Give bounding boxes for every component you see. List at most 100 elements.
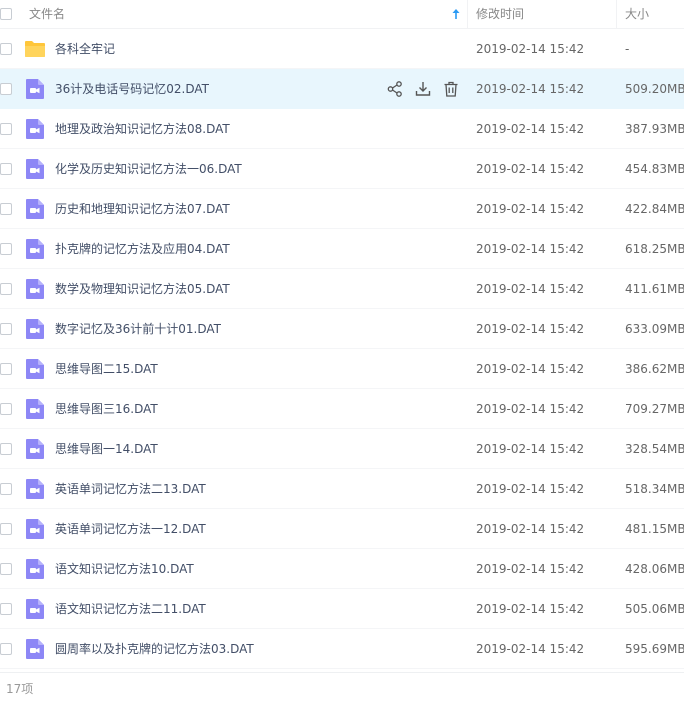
video-file-icon[interactable] [24,238,46,260]
video-file-icon[interactable] [24,478,46,500]
video-file-icon[interactable] [24,158,46,180]
file-row[interactable]: 思维导图二15.DAT 2019-02-14 15:42 386.62MB [0,349,684,389]
video-file-icon[interactable] [24,318,46,340]
row-checkbox[interactable] [0,563,12,575]
file-size: 618.25MB [625,242,684,256]
video-file-icon[interactable] [24,438,46,460]
file-row[interactable]: 思维导图一14.DAT 2019-02-14 15:42 328.54MB [0,429,684,469]
video-file-icon[interactable] [24,558,46,580]
column-divider[interactable] [467,0,468,28]
folder-icon[interactable] [24,38,46,60]
file-name[interactable]: 历史和地理知识记忆方法07.DAT [55,189,230,229]
file-name[interactable]: 思维导图一14.DAT [55,429,158,469]
row-checkbox[interactable] [0,43,12,55]
file-modified-time: 2019-02-14 15:42 [476,642,585,656]
file-name[interactable]: 数字记忆及36计前十计01.DAT [55,309,221,349]
video-file-icon[interactable] [24,118,46,140]
file-row[interactable]: 各科全牢记 2019-02-14 15:42 - [0,29,684,69]
file-name[interactable]: 语文知识记忆方法10.DAT [55,549,194,589]
row-checkbox[interactable] [0,643,12,655]
file-name[interactable]: 思维导图二15.DAT [55,349,158,389]
video-file-icon[interactable] [24,198,46,220]
row-checkbox[interactable] [0,283,12,295]
video-file-icon[interactable] [24,358,46,380]
file-row[interactable]: 36计及电话号码记忆02.DAT 2019-02-14 15:42 509.20MB [0,69,684,109]
item-count: 17项 [6,682,34,696]
video-file-icon[interactable] [24,398,46,420]
file-size: 481.15MB [625,522,684,536]
file-size: 422.84MB [625,202,684,216]
video-file-icon[interactable] [24,638,46,660]
video-file-icon[interactable] [24,78,46,100]
file-row[interactable]: 英语单词记忆方法一12.DAT 2019-02-14 15:42 481.15MB [0,509,684,549]
file-row[interactable]: 语文知识记忆方法10.DAT 2019-02-14 15:42 428.06MB [0,549,684,589]
file-size: 386.62MB [625,362,684,376]
download-icon[interactable] [414,80,432,98]
row-checkbox[interactable] [0,123,12,135]
file-modified-time: 2019-02-14 15:42 [476,82,585,96]
file-row[interactable]: 历史和地理知识记忆方法07.DAT 2019-02-14 15:42 422.84M… [0,189,684,229]
file-row[interactable]: 数字记忆及36计前十计01.DAT 2019-02-14 15:42 633.09M… [0,309,684,349]
arrow-up-icon[interactable] [451,8,461,20]
column-header-time[interactable]: 修改时间 [476,0,524,28]
file-modified-time: 2019-02-14 15:42 [476,442,585,456]
select-all-checkbox[interactable] [0,8,12,20]
video-file-icon[interactable] [24,598,46,620]
file-size: 411.61MB [625,282,684,296]
file-name[interactable]: 圆周率以及扑克牌的记忆方法03.DAT [55,629,254,669]
file-name[interactable]: 思维导图三16.DAT [55,389,158,429]
row-checkbox[interactable] [0,83,12,95]
row-checkbox[interactable] [0,243,12,255]
file-name[interactable]: 各科全牢记 [55,29,115,69]
file-modified-time: 2019-02-14 15:42 [476,602,585,616]
row-checkbox[interactable] [0,523,12,535]
file-size: 595.69MB [625,642,684,656]
file-row[interactable]: 化学及历史知识记忆方法一06.DAT 2019-02-14 15:42 454.83… [0,149,684,189]
row-checkbox[interactable] [0,203,12,215]
row-checkbox[interactable] [0,163,12,175]
file-name[interactable]: 语文知识记忆方法二11.DAT [55,589,206,629]
column-header-name[interactable]: 文件名 [29,0,65,28]
file-row[interactable]: 语文知识记忆方法二11.DAT 2019-02-14 15:42 505.06MB [0,589,684,629]
file-modified-time: 2019-02-14 15:42 [476,122,585,136]
row-checkbox[interactable] [0,363,12,375]
file-name[interactable]: 英语单词记忆方法二13.DAT [55,469,206,509]
file-modified-time: 2019-02-14 15:42 [476,202,585,216]
file-name[interactable]: 数学及物理知识记忆方法05.DAT [55,269,230,309]
share-icon[interactable] [386,80,404,98]
file-row[interactable]: 扑克牌的记忆方法及应用04.DAT 2019-02-14 15:42 618.25M… [0,229,684,269]
row-checkbox[interactable] [0,603,12,615]
file-modified-time: 2019-02-14 15:42 [476,402,585,416]
file-size: 518.34MB [625,482,684,496]
file-name[interactable]: 36计及电话号码记忆02.DAT [55,69,209,109]
file-modified-time: 2019-02-14 15:42 [476,562,585,576]
row-checkbox[interactable] [0,403,12,415]
row-checkbox[interactable] [0,443,12,455]
column-divider[interactable] [616,0,617,28]
file-modified-time: 2019-02-14 15:42 [476,42,585,56]
file-modified-time: 2019-02-14 15:42 [476,362,585,376]
file-row[interactable]: 英语单词记忆方法二13.DAT 2019-02-14 15:42 518.34MB [0,469,684,509]
video-file-icon[interactable] [24,278,46,300]
delete-icon[interactable] [442,80,460,98]
file-size: 328.54MB [625,442,684,456]
file-name[interactable]: 英语单词记忆方法一12.DAT [55,509,206,549]
file-modified-time: 2019-02-14 15:42 [476,162,585,176]
file-size: 387.93MB [625,122,684,136]
row-checkbox[interactable] [0,323,12,335]
file-name[interactable]: 地理及政治知识记忆方法08.DAT [55,109,230,149]
file-row[interactable]: 地理及政治知识记忆方法08.DAT 2019-02-14 15:42 387.93M… [0,109,684,149]
file-modified-time: 2019-02-14 15:42 [476,242,585,256]
file-name[interactable]: 扑克牌的记忆方法及应用04.DAT [55,229,230,269]
file-row[interactable]: 思维导图三16.DAT 2019-02-14 15:42 709.27MB [0,389,684,429]
file-size: 428.06MB [625,562,684,576]
video-file-icon[interactable] [24,518,46,540]
file-row[interactable]: 圆周率以及扑克牌的记忆方法03.DAT 2019-02-14 15:42 595.6… [0,629,684,669]
file-size: 454.83MB [625,162,684,176]
file-row[interactable]: 数学及物理知识记忆方法05.DAT 2019-02-14 15:42 411.61M… [0,269,684,309]
column-header-size[interactable]: 大小 [625,0,649,28]
file-size: 709.27MB [625,402,684,416]
file-name[interactable]: 化学及历史知识记忆方法一06.DAT [55,149,242,189]
row-checkbox[interactable] [0,483,12,495]
file-modified-time: 2019-02-14 15:42 [476,322,585,336]
